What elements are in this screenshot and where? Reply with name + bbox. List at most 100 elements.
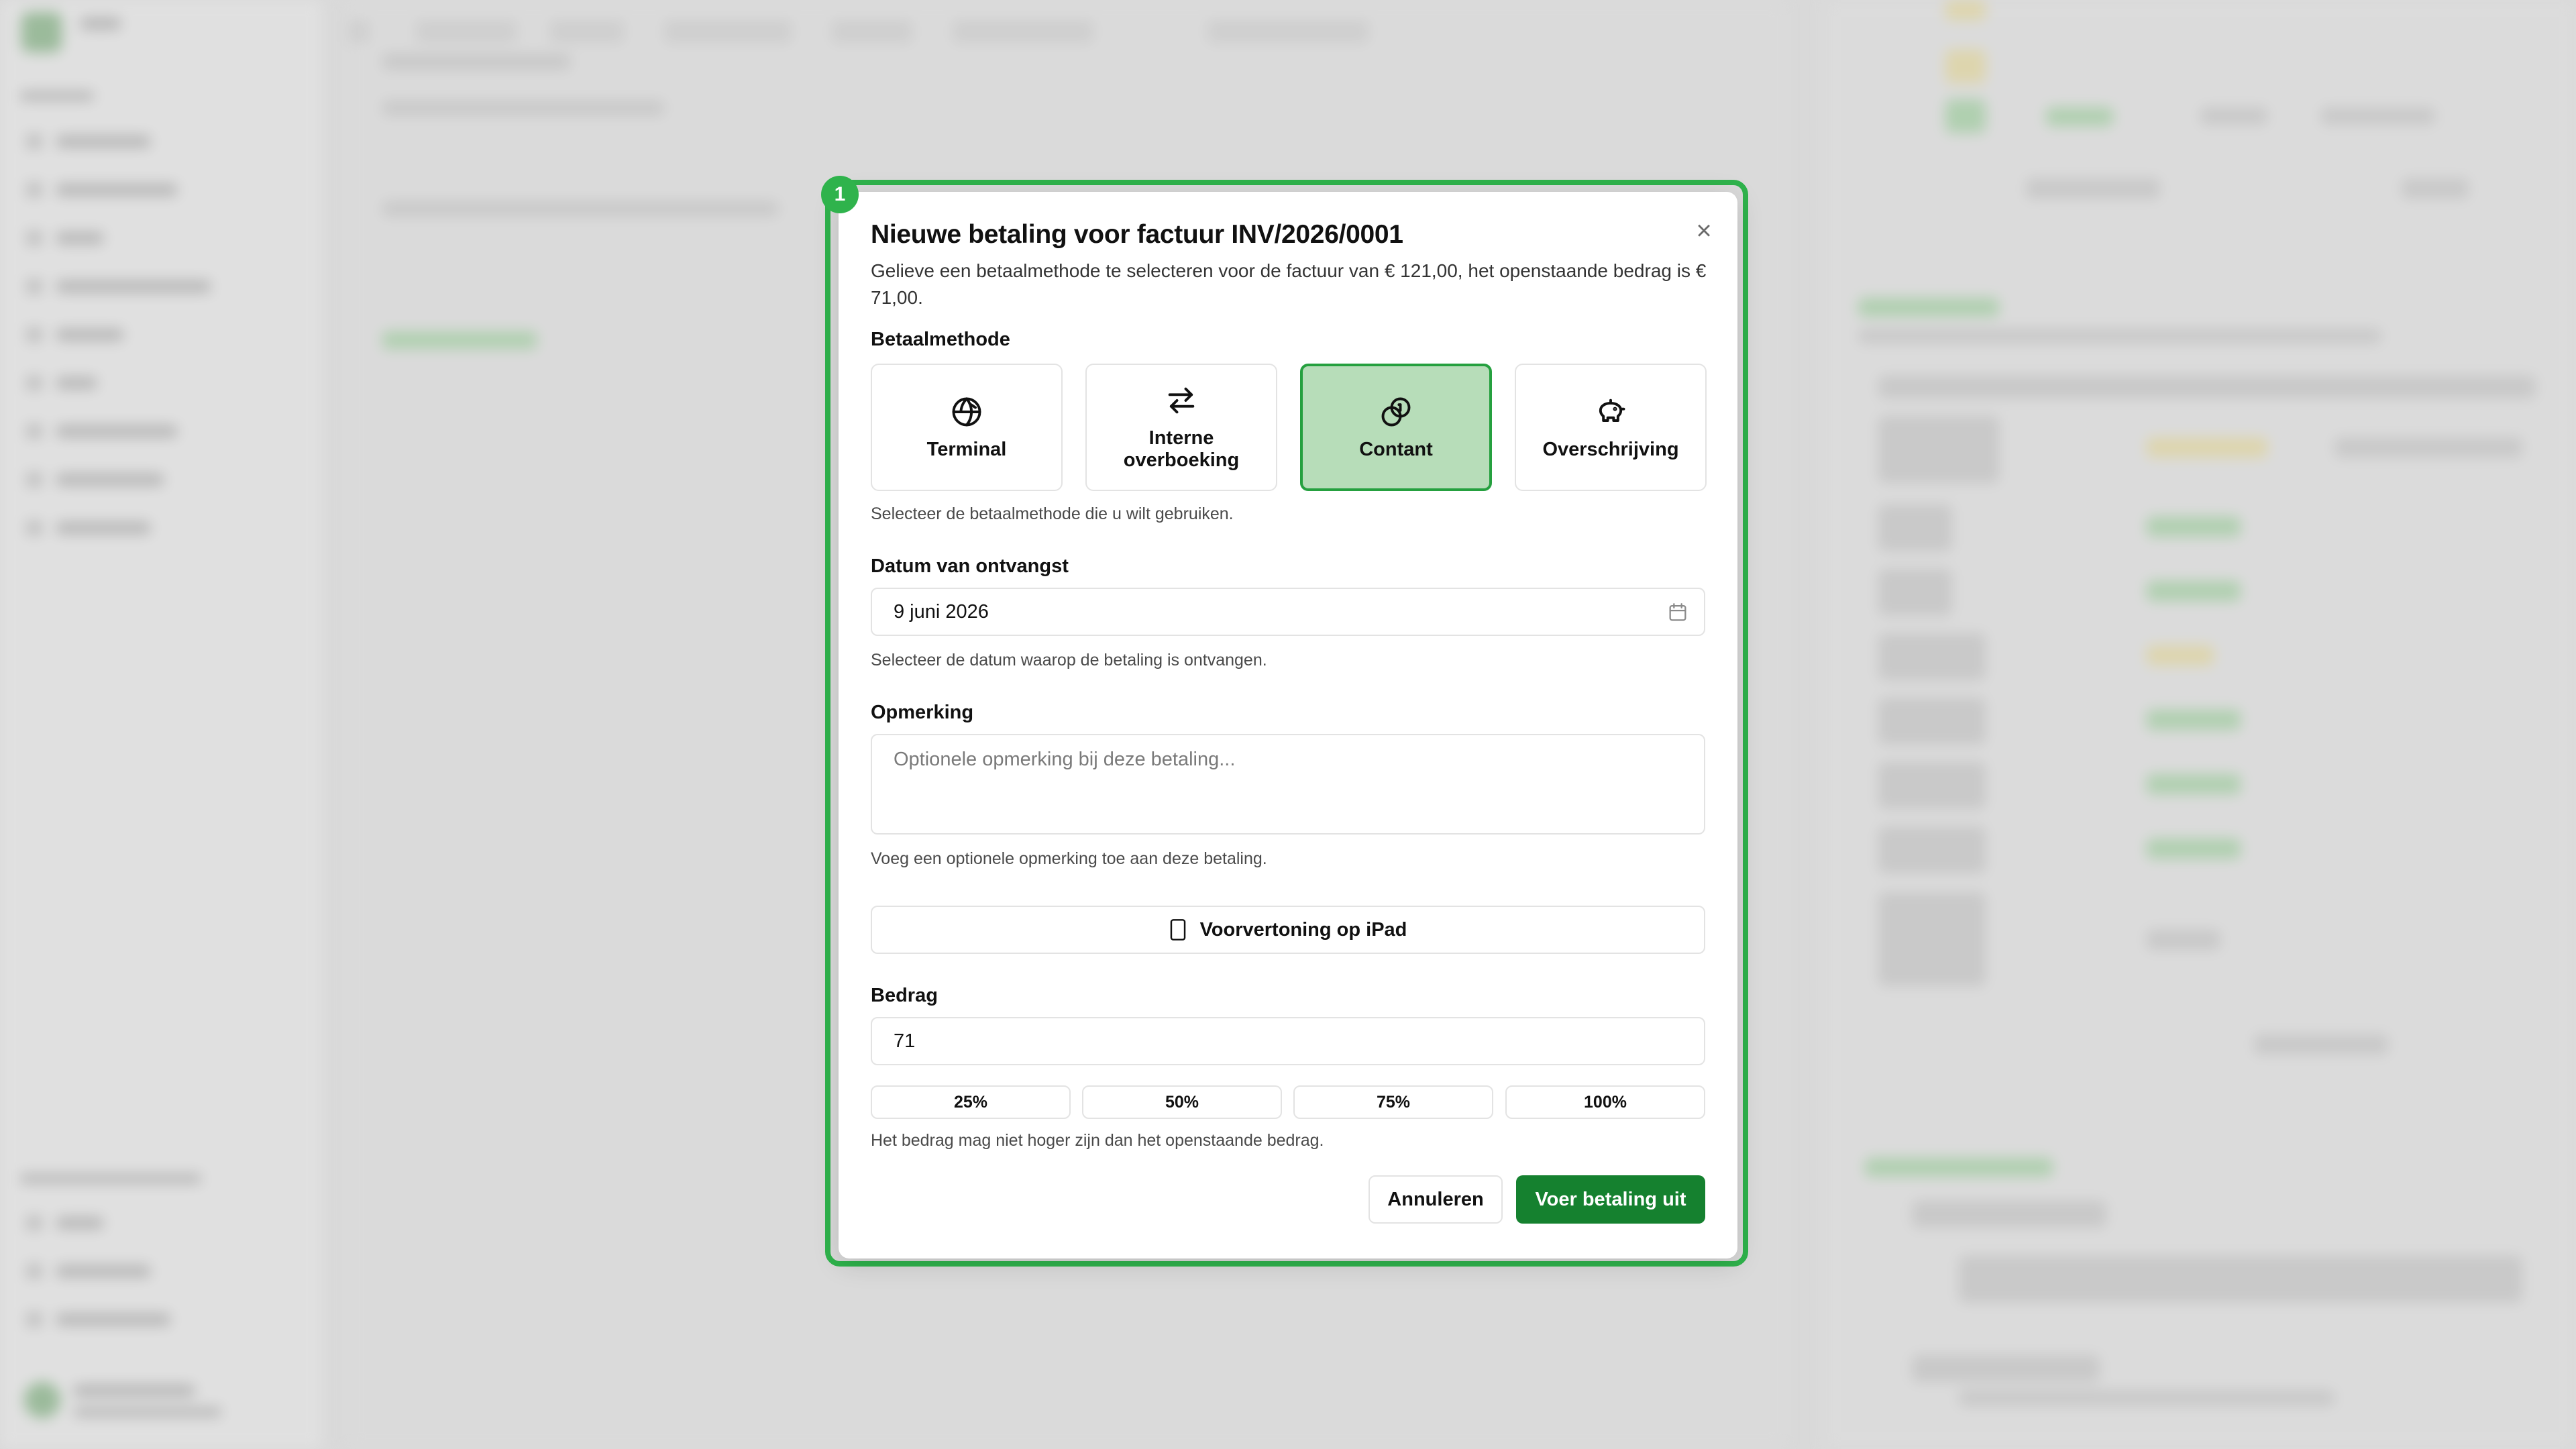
method-option-bank-transfer[interactable]: Overschrijving bbox=[1515, 364, 1707, 491]
right-panel bbox=[1825, 0, 2576, 1449]
arrows-swap-icon bbox=[1168, 387, 1195, 414]
placeholder bbox=[2402, 178, 2469, 199]
placeholder bbox=[1878, 633, 1986, 680]
placeholder bbox=[1878, 569, 1952, 616]
placeholder bbox=[1912, 1201, 2106, 1228]
placeholder bbox=[382, 101, 664, 115]
amount-preset-50[interactable]: 50% bbox=[1082, 1085, 1282, 1119]
sidebar-text bbox=[56, 1313, 170, 1326]
dialog-title: Nieuwe betaling voor factuur INV/2026/00… bbox=[871, 220, 1403, 249]
received-date-label: Datum van ontvangst bbox=[871, 555, 1069, 577]
amount-preset-100[interactable]: 100% bbox=[1505, 1085, 1705, 1119]
amount-input[interactable]: 71 bbox=[871, 1017, 1705, 1065]
placeholder bbox=[2334, 437, 2522, 458]
remark-label: Opmerking bbox=[871, 702, 974, 723]
placeholder bbox=[2147, 930, 2220, 950]
coins-icon bbox=[1381, 397, 1411, 426]
sidebar-icon bbox=[27, 231, 42, 246]
method-option-internal-transfer[interactable]: Interne overboeking bbox=[1085, 364, 1277, 491]
topbar-item bbox=[550, 20, 624, 43]
sidebar-icon bbox=[27, 1216, 42, 1230]
placeholder bbox=[1945, 50, 1986, 83]
ipad-preview-label: Voorvertoning op iPad bbox=[1199, 918, 1407, 941]
placeholder bbox=[1878, 504, 1952, 551]
topbar-item bbox=[832, 20, 912, 43]
sidebar-text bbox=[20, 91, 94, 101]
remark-help: Voeg een optionele opmerking toe aan dez… bbox=[871, 849, 1267, 868]
sidebar-icon bbox=[27, 521, 42, 535]
sidebar-text bbox=[56, 522, 150, 534]
method-label: Terminal bbox=[926, 438, 1007, 460]
placeholder bbox=[1878, 892, 1986, 986]
amount-preset-75[interactable]: 75% bbox=[1293, 1085, 1493, 1119]
sidebar-text bbox=[56, 425, 177, 437]
placeholder bbox=[2147, 774, 2241, 794]
placeholder bbox=[1878, 826, 1986, 873]
payment-method-help: Selecteer de betaalmethode die u wilt ge… bbox=[871, 504, 1234, 523]
cancel-button[interactable]: Annuleren bbox=[1368, 1175, 1503, 1224]
placeholder bbox=[2147, 581, 2241, 601]
sidebar-icon bbox=[27, 424, 42, 439]
sidebar-text bbox=[56, 329, 123, 341]
payment-dialog: × Nieuwe betaling voor factuur INV/2026/… bbox=[839, 192, 1737, 1258]
avatar bbox=[24, 1382, 60, 1418]
placeholder bbox=[1858, 298, 1999, 317]
date-picker-input[interactable]: 9 juni 2026 bbox=[871, 588, 1705, 636]
close-icon[interactable]: × bbox=[1690, 217, 1717, 244]
dialog-description: Gelieve een betaalmethode te selecteren … bbox=[871, 260, 1707, 308]
method-label: Contant bbox=[1359, 438, 1433, 460]
sidebar-text bbox=[74, 1385, 195, 1397]
sidebar-text bbox=[56, 136, 150, 148]
placeholder bbox=[2046, 107, 2113, 126]
sidebar-text bbox=[56, 280, 211, 292]
submit-payment-button[interactable]: Voer betaling uit bbox=[1516, 1175, 1705, 1224]
placeholder bbox=[1878, 762, 1986, 809]
placeholder bbox=[1865, 1158, 2053, 1177]
placeholder bbox=[1878, 416, 1999, 483]
piggy-bank-icon bbox=[1599, 398, 1625, 422]
topbar-item bbox=[1208, 20, 1368, 43]
sidebar-icon bbox=[27, 134, 42, 149]
topbar-item bbox=[664, 20, 792, 43]
placeholder bbox=[1959, 1256, 2522, 1303]
sidebar-text bbox=[56, 232, 103, 244]
sidebar-text bbox=[56, 1265, 150, 1277]
topbar-item bbox=[416, 20, 517, 43]
ipad-preview-button[interactable]: Voorvertoning op iPad bbox=[871, 906, 1705, 954]
amount-help: Het bedrag mag niet hoger zijn dan het o… bbox=[871, 1131, 1324, 1150]
payment-method-label: Betaalmethode bbox=[871, 329, 1010, 350]
remark-placeholder: Optionele opmerking bij deze betaling... bbox=[894, 749, 1236, 770]
method-option-terminal[interactable]: Terminal bbox=[871, 364, 1063, 491]
method-label: Overschrijving bbox=[1542, 438, 1679, 460]
sidebar-text bbox=[20, 1174, 201, 1183]
placeholder bbox=[1945, 99, 1986, 133]
step-badge: 1 bbox=[821, 176, 859, 213]
placeholder bbox=[2147, 839, 2241, 859]
placeholder bbox=[382, 54, 570, 70]
sidebar-text bbox=[56, 1217, 103, 1229]
received-date-help: Selecteer de datum waarop de betaling is… bbox=[871, 651, 1267, 669]
placeholder bbox=[2026, 178, 2160, 199]
amount-label: Bedrag bbox=[871, 985, 938, 1006]
sidebar-icon bbox=[27, 327, 42, 342]
placeholder bbox=[1945, 0, 1986, 20]
placeholder bbox=[2200, 107, 2267, 125]
amount-value: 71 bbox=[894, 1030, 916, 1052]
calendar-icon bbox=[1669, 603, 1686, 621]
sidebar-icon bbox=[27, 472, 42, 487]
app-logo bbox=[21, 12, 62, 52]
sidebar bbox=[0, 0, 322, 1449]
amount-preset-25[interactable]: 25% bbox=[871, 1085, 1071, 1119]
date-value: 9 juni 2026 bbox=[894, 601, 989, 623]
sidebar-icon bbox=[27, 1264, 42, 1279]
sidebar-icon bbox=[27, 1312, 42, 1327]
method-option-cash[interactable]: Contant bbox=[1300, 364, 1492, 491]
placeholder bbox=[2321, 107, 2435, 125]
sidebar-text bbox=[56, 377, 97, 389]
sidebar-icon bbox=[27, 279, 42, 294]
placeholder bbox=[2147, 645, 2214, 665]
remark-textarea[interactable]: Optionele opmerking bij deze betaling... bbox=[871, 734, 1705, 835]
sidebar-text bbox=[74, 1407, 221, 1417]
sidebar-icon bbox=[27, 182, 42, 197]
sidebar-text bbox=[80, 17, 121, 30]
